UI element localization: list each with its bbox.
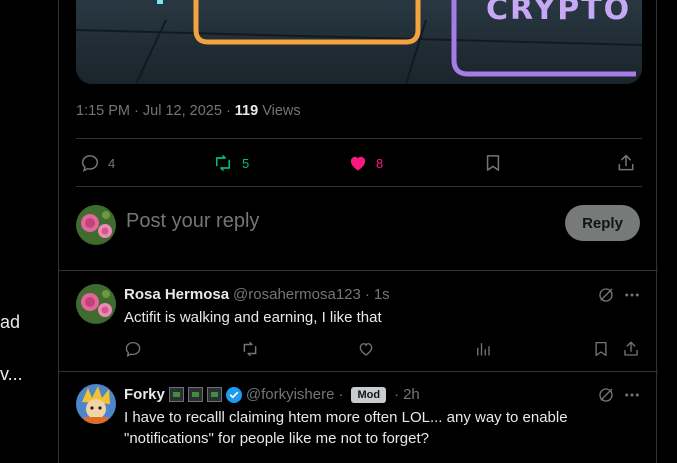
views-label: Views bbox=[262, 103, 301, 119]
reply-count: 4 bbox=[108, 155, 116, 171]
display-name[interactable]: Forky bbox=[124, 386, 165, 403]
sidebar-text-fragment: ad bbox=[0, 312, 21, 332]
bookmark-icon bbox=[486, 155, 500, 171]
broken-image-icon bbox=[187, 387, 203, 402]
display-name[interactable]: Rosa Hermosa bbox=[124, 286, 229, 303]
repost-icon[interactable] bbox=[240, 340, 260, 358]
tweet-date[interactable]: Jul 12, 2025 bbox=[143, 103, 222, 119]
more-icon[interactable] bbox=[623, 286, 641, 304]
grok-icon[interactable] bbox=[597, 286, 615, 304]
grok-icon[interactable] bbox=[597, 386, 615, 404]
meta-separator: · bbox=[364, 286, 370, 303]
repost-count: 5 bbox=[242, 155, 250, 171]
reply-button[interactable]: Reply bbox=[565, 205, 640, 241]
views-count: 119 bbox=[234, 103, 259, 119]
reply-header: Rosa Hermosa @rosahermosa123 · 1s bbox=[124, 286, 390, 303]
tweet-media-image[interactable]: CRYPTO bbox=[76, 0, 642, 84]
more-icon[interactable] bbox=[623, 386, 641, 404]
bookmark-icon[interactable] bbox=[592, 340, 610, 358]
tweet-meta: 1:15 PM · Jul 12, 2025 · 119 Views bbox=[76, 103, 301, 119]
meta-separator: · bbox=[134, 103, 143, 119]
reply-action[interactable]: 4 bbox=[80, 148, 115, 178]
views-icon[interactable] bbox=[474, 340, 492, 358]
tweet-time[interactable]: 1:15 PM bbox=[76, 103, 130, 119]
user-handle[interactable]: @rosahermosa123 bbox=[233, 286, 361, 303]
reply-header: Forky @forkyishere · Mod · 2h bbox=[124, 386, 420, 403]
mod-badge: Mod bbox=[351, 386, 387, 403]
repost-action[interactable]: 5 bbox=[212, 148, 249, 178]
reply-icon bbox=[81, 155, 99, 172]
verified-badge-icon[interactable] bbox=[225, 386, 242, 403]
reply-text: I have to recalll claiming htem more oft… bbox=[124, 409, 568, 447]
user-handle[interactable]: @forkyishere bbox=[246, 386, 335, 403]
meta-separator: · bbox=[338, 386, 344, 403]
post-time[interactable]: 2h bbox=[403, 386, 420, 403]
meta-separator: · bbox=[225, 103, 235, 119]
reply-post[interactable]: Rosa Hermosa @rosahermosa123 · 1s Actifi… bbox=[59, 271, 658, 370]
share-icon bbox=[618, 154, 634, 171]
like-action[interactable]: 8 bbox=[348, 148, 383, 178]
repost-icon bbox=[215, 155, 231, 171]
main-column: CRYPTO 1:15 PM · Jul 12, 2025 · 119 View… bbox=[58, 0, 658, 463]
media-overlay-text: CRYPTO bbox=[486, 0, 632, 27]
avatar[interactable] bbox=[76, 205, 116, 245]
reply-input[interactable]: Post your reply bbox=[126, 210, 259, 233]
like-count: 8 bbox=[376, 155, 384, 171]
broken-image-icon bbox=[168, 387, 184, 402]
reply-icon[interactable] bbox=[124, 340, 142, 358]
divider bbox=[76, 138, 642, 139]
reply-post[interactable]: Forky @forkyishere · Mod · 2h I have to … bbox=[59, 372, 658, 463]
heart-icon[interactable] bbox=[357, 340, 375, 358]
post-time[interactable]: 1s bbox=[374, 286, 390, 303]
reply-actions bbox=[124, 340, 642, 362]
sidebar-text-fragment: v... bbox=[0, 364, 23, 384]
broken-image-icon bbox=[206, 387, 222, 402]
tweet-actions: 4 5 8 bbox=[76, 148, 642, 178]
avatar[interactable] bbox=[76, 384, 116, 424]
share-action[interactable] bbox=[616, 148, 636, 178]
avatar[interactable] bbox=[76, 284, 116, 324]
divider bbox=[76, 186, 642, 187]
share-icon[interactable] bbox=[622, 340, 640, 358]
meta-separator: · bbox=[394, 386, 400, 403]
reply-text: Actifit is walking and earning, I like t… bbox=[124, 309, 382, 326]
bookmark-action[interactable] bbox=[483, 148, 503, 178]
heart-filled-icon bbox=[350, 156, 366, 171]
